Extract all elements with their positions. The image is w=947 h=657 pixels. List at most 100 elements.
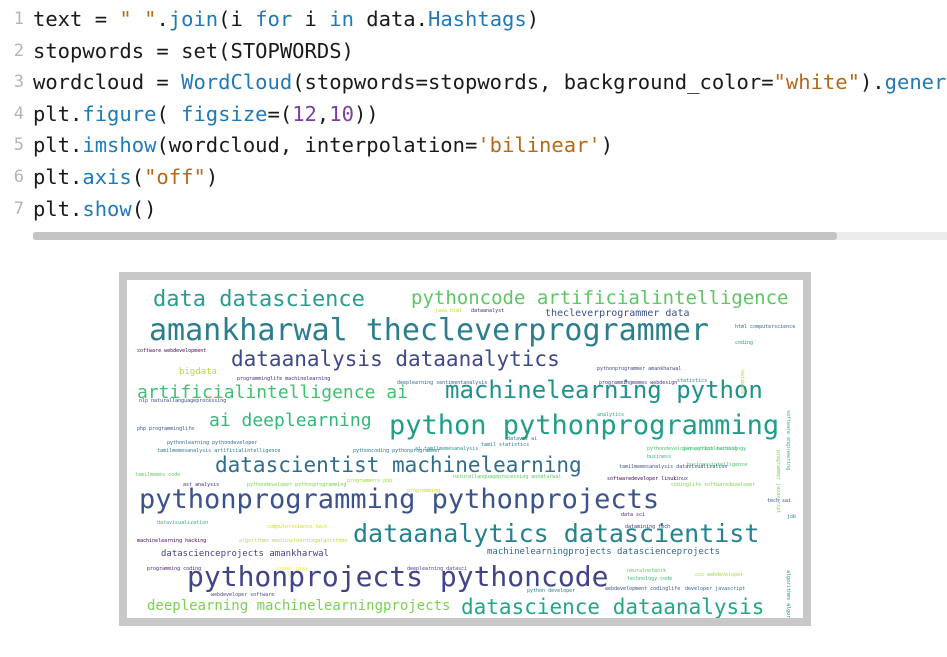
code-token: plt. — [33, 101, 83, 126]
wordcloud-word: pythondeveloper pythonprogramming — [247, 482, 346, 488]
code-token: =( — [267, 101, 293, 126]
code-token: wordcloud = — [33, 70, 182, 95]
code-token: (wordcloud, interpolation= — [156, 133, 478, 158]
wordcloud-word: bigdata — [179, 367, 217, 377]
code-token: in — [329, 7, 354, 31]
code-token: imshow — [82, 133, 157, 158]
code-token: , — [316, 101, 330, 126]
wordcloud-word: webdevelopment codinglife — [605, 586, 680, 592]
code-token: ). — [859, 70, 885, 95]
wordcloud-word: nlp naturallanguageprocessing — [139, 398, 226, 404]
wordcloud-word: tamilmemesanalysis artificialintelligenc… — [157, 448, 280, 454]
code-token: join — [168, 7, 219, 31]
wordcloud-word: pythoncode artificialintelligence — [411, 287, 789, 309]
code-token: axis — [82, 164, 132, 189]
code-token: WordCloud — [181, 70, 293, 95]
wordcloud-word: pythonlearning pythondeveloper — [167, 440, 257, 446]
code-token: () — [131, 196, 157, 221]
wordcloud-word: dataanalytics datascientist — [353, 519, 759, 548]
wordcloud-word: deeplearning datasci — [407, 566, 467, 572]
code-token: "white" — [773, 70, 860, 95]
scrollbar-thumb[interactable] — [33, 232, 837, 240]
wordcloud-word: ai tamilmemesanalysis — [415, 446, 478, 452]
code-token: ) — [526, 7, 540, 31]
code-token: show — [82, 196, 132, 221]
wordcloud-word: dataanalyst — [471, 308, 504, 314]
line-number: 5 — [13, 135, 24, 156]
wordcloud-word: programming — [407, 488, 440, 494]
code-line[interactable]: 7 plt.show() — [0, 194, 947, 226]
wordcloud-word: deeplearning sentimentanalysis — [397, 380, 487, 386]
horizontal-scrollbar[interactable] — [33, 232, 947, 240]
code-token: 'bilinear' — [477, 133, 601, 158]
line-number: 7 — [13, 198, 24, 219]
wordcloud-word: deeplearning machinelearningprojects — [147, 598, 450, 614]
wordcloud-word: datamining tech — [625, 524, 670, 530]
wordcloud-word: programmers php — [347, 478, 392, 484]
code-line[interactable]: 5 plt.imshow(wordcloud, interpolation='bi… — [0, 130, 947, 162]
wordcloud-word: python developer — [527, 588, 575, 594]
wordcloud-word: python pythonprogramming — [389, 410, 779, 441]
wordcloud-image: data datascience pythoncode artificialint… — [127, 280, 803, 618]
wordcloud-output-frame: data datascience pythoncode artificialint… — [119, 272, 811, 626]
code-token: 10 — [329, 101, 354, 126]
wordcloud-word: algorithms algorithm — [785, 570, 791, 618]
wordcloud-word: machinelearningprojects datascienceproje… — [487, 547, 720, 557]
code-token: figsize — [181, 101, 268, 126]
code-text: plt.axis("off") — [33, 162, 218, 194]
code-token: plt. — [33, 196, 83, 221]
wordcloud-word: computerscience tech — [267, 524, 327, 530]
code-token: (i — [218, 7, 256, 31]
code-token: stopwords = set(STOPWORDS) — [33, 38, 354, 63]
code-token: Hashtags — [428, 7, 527, 31]
wordcloud-word: developer javascript — [685, 586, 745, 592]
wordcloud-word: thecleverprogrammer data — [545, 308, 690, 319]
wordcloud-word: tamil statistics — [481, 442, 529, 448]
wordcloud-word: programmingmemes webdesign — [599, 380, 677, 386]
code-cell[interactable]: 1 text = " ".join(i for i in data.Hashtag… — [0, 4, 947, 225]
code-text: wordcloud = WordCloud(stopwords=stopword… — [33, 67, 947, 99]
code-text: plt.show() — [33, 194, 156, 226]
wordcloud-word: software webdevelopment — [137, 348, 206, 354]
wordcloud-word: css webdeveloper — [695, 572, 743, 578]
wordcloud-word: coding — [735, 340, 753, 346]
wordcloud-word: codinglife softwaredeveloper — [671, 482, 755, 488]
code-token: plt. — [33, 133, 83, 158]
code-token: ) — [205, 164, 219, 189]
wordcloud-word: algorithms machinelearningalgorithms — [239, 538, 347, 544]
code-token: text = — [33, 7, 120, 31]
wordcloud-word: programming coding — [147, 566, 201, 572]
code-text: text = " ".join(i for i in data.Hashtags… — [33, 4, 539, 36]
wordcloud-word: technology code — [627, 576, 672, 582]
code-text: plt.imshow(wordcloud, interpolation='bil… — [33, 130, 613, 162]
wordcloud-word: datavisualization — [157, 520, 208, 526]
code-line[interactable]: 3 wordcloud = WordCloud(stopwords=stopwor… — [0, 67, 947, 99]
wordcloud-word: dataanalysis dataanalytics — [231, 347, 560, 371]
wordcloud-word: html computerscience — [735, 324, 795, 330]
wordcloud-word: ast analysis — [183, 482, 219, 488]
wordcloud-word: pythondeveloper pythonlearning — [647, 446, 737, 452]
wordcloud-word: naturallanguageprocessing annaturwal — [453, 474, 561, 480]
wordcloud-word: data sci — [621, 512, 645, 518]
code-token: ( — [131, 164, 145, 189]
wordcloud-word: pythonprogrammer amankharwal — [597, 366, 681, 372]
code-text: stopwords = set(STOPWORDS) — [33, 36, 354, 68]
wordcloud-word: statistics — [677, 378, 707, 384]
code-token: data. — [353, 7, 428, 31]
wordcloud-word: job — [787, 514, 796, 520]
wordcloud-word: datascience dataanalysis — [461, 595, 764, 618]
code-token: i — [292, 7, 330, 31]
line-number: 6 — [13, 166, 24, 187]
code-line[interactable]: 2 stopwords = set(STOPWORDS) — [0, 36, 947, 68]
line-number: 4 — [13, 103, 24, 124]
code-text: plt.figure( figsize=(12,10)) — [33, 99, 379, 131]
line-number: 3 — [13, 72, 24, 93]
code-line[interactable]: 1 text = " ".join(i for i in data.Hashtag… — [0, 4, 947, 36]
wordcloud-word: tamilmemesanalysis datavisualization — [619, 464, 727, 470]
wordcloud-word: data datascience — [153, 287, 365, 312]
code-token: for — [255, 7, 293, 31]
wordcloud-word: java html — [435, 308, 462, 314]
code-line[interactable]: 6 plt.axis("off") — [0, 162, 947, 194]
code-token: 12 — [292, 101, 317, 126]
code-line[interactable]: 4 plt.figure( figsize=(12,10)) — [0, 99, 947, 131]
